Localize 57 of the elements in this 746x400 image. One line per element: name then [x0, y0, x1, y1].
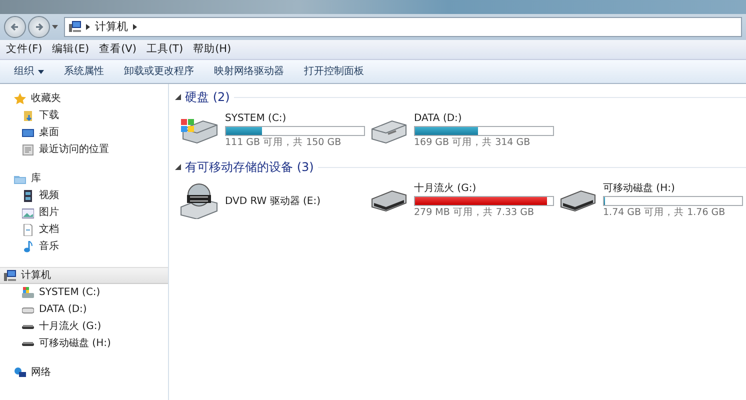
toolbar-button[interactable]: 系统属性 [56, 62, 112, 81]
monitor-icon [22, 126, 34, 138]
history-caret-icon [52, 25, 58, 29]
menu-item[interactable]: 查看(V) [99, 42, 136, 58]
system-drive-icon [22, 286, 34, 298]
drive-name[interactable]: 十月流火 (G:) [414, 181, 554, 196]
computer-icon [4, 270, 16, 282]
menu-item[interactable]: 编辑(E) [52, 42, 90, 58]
breadcrumb-arrow-icon [86, 24, 90, 30]
picture-icon [22, 206, 34, 218]
drive-name[interactable]: 可移动磁盘 (H:) [603, 181, 743, 196]
breadcrumb-item[interactable]: 计算机 [95, 18, 128, 36]
sidebar-item[interactable]: 最近访问的位置 [0, 141, 168, 158]
sidebar-item[interactable]: 下载 [0, 107, 168, 124]
menu-item[interactable]: 文件(F) [6, 42, 42, 58]
star-icon [14, 92, 26, 104]
music-note-icon [22, 240, 34, 252]
sidebar-item[interactable]: 桌面 [0, 124, 168, 141]
forward-button[interactable] [28, 16, 50, 38]
network-icon [14, 366, 26, 378]
drive-name[interactable]: DVD RW 驱动器 (E:) [225, 194, 321, 208]
drive-name[interactable]: DATA (D:) [414, 111, 554, 126]
sidebar-item[interactable]: 计算机 [0, 267, 168, 284]
sidebar-item[interactable]: SYSTEM (C:) [0, 284, 168, 301]
sidebar-item[interactable]: DATA (D:) [0, 301, 168, 318]
breadcrumb-arrow-icon [133, 24, 137, 30]
group-header[interactable]: 有可移动存储的设备 (3) [185, 158, 314, 176]
computer-icon [69, 21, 81, 33]
menu-item[interactable]: 帮助(H) [193, 42, 232, 58]
back-button[interactable] [4, 16, 26, 38]
toolbar-button[interactable]: 打开控制面板 [296, 62, 372, 81]
film-icon [22, 190, 34, 202]
dvd-drive-icon [179, 183, 219, 219]
sidebar-item[interactable]: 收藏夹 [0, 90, 168, 107]
drive-space-text: 169 GB 可用，共 314 GB [414, 136, 532, 150]
recent-places-icon [22, 144, 34, 156]
document-icon [22, 224, 34, 236]
group-header[interactable]: 硬盘 (2) [185, 88, 230, 106]
toolbar-button[interactable]: 组织 [6, 62, 52, 81]
address-bar[interactable]: 计算机 [64, 17, 742, 37]
drive-name[interactable]: SYSTEM (C:) [225, 111, 365, 126]
menu-item[interactable]: 工具(T) [146, 42, 184, 58]
sidebar-item[interactable]: 可移动磁盘 (H:) [0, 335, 168, 352]
drive-space-text: 1.74 GB 可用，共 1.76 GB [603, 206, 726, 220]
drive-space-text: 111 GB 可用，共 150 GB [225, 136, 342, 150]
sidebar-item[interactable]: 网络 [0, 364, 168, 381]
sidebar-item[interactable]: 文档 [0, 221, 168, 238]
toolbar-button[interactable]: 映射网络驱动器 [206, 62, 292, 81]
sidebar-item[interactable]: 图片 [0, 204, 168, 221]
drive-space-text: 279 MB 可用，共 7.33 GB [414, 206, 535, 220]
sidebar-item[interactable]: 十月流火 (G:) [0, 318, 168, 335]
sidebar-item[interactable]: 视频 [0, 187, 168, 204]
back-arrow-icon [10, 22, 20, 32]
sidebar-item[interactable]: 库 [0, 170, 168, 187]
toolbar-button[interactable]: 卸载或更改程序 [116, 62, 202, 81]
sidebar-item[interactable]: 音乐 [0, 238, 168, 255]
forward-arrow-icon [34, 22, 44, 32]
